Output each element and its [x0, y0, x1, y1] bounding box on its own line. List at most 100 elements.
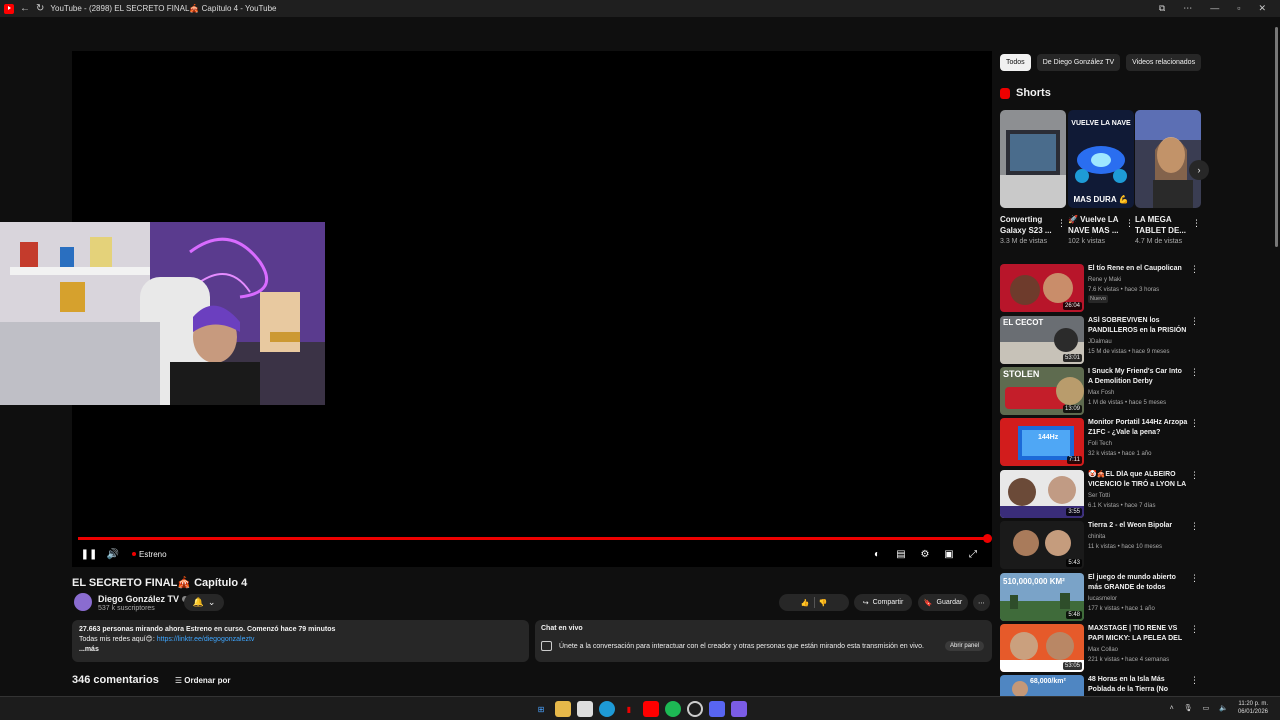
rec-title[interactable]: 48 Horas en la Isla Más Poblada de la Ti…: [1088, 675, 1188, 696]
reload-icon[interactable]: ↻: [36, 3, 44, 14]
rec-video[interactable]: 68,000/km² 48 Horas en la Isla Más Pobla…: [1000, 675, 1202, 696]
chip-channel[interactable]: De Diego González TV: [1036, 54, 1121, 71]
notifications-button[interactable]: 🔔 ⌄: [184, 594, 224, 611]
rec-video[interactable]: 3:55 🤡🎪EL DÍA que ALBEIRO VICENCIO le TI…: [1000, 470, 1202, 518]
speaker-icon[interactable]: 🔈: [1219, 704, 1228, 712]
rec-title[interactable]: I Snuck My Friend's Car Into A Demolitio…: [1088, 367, 1188, 387]
miniplayer-icon[interactable]: ▣: [940, 545, 958, 563]
rec-thumbnail[interactable]: 26:04: [1000, 264, 1084, 312]
rec-thumbnail[interactable]: STOLEN 13:09: [1000, 367, 1084, 415]
rec-title[interactable]: Monitor Portatil 144Hz Arzopa Z1FC - ¿Va…: [1088, 418, 1188, 438]
rec-channel[interactable]: JDalmau: [1088, 339, 1112, 345]
chevron-up-icon[interactable]: ˄: [1170, 705, 1174, 712]
more-vert-icon[interactable]: ⋮: [1190, 418, 1199, 429]
more-vert-icon[interactable]: ⋮: [1190, 521, 1199, 532]
minimize-icon[interactable]: —: [1210, 3, 1219, 14]
youtube-taskbar-icon[interactable]: [643, 701, 659, 717]
description-box[interactable]: 27.663 personas mirando ahora Estreno en…: [72, 620, 529, 662]
chrome-icon[interactable]: [687, 701, 703, 717]
rec-thumbnail[interactable]: 510,000,000 KM² 5:48: [1000, 573, 1084, 621]
rec-video[interactable]: 510,000,000 KM² 5:48 El juego de mundo a…: [1000, 573, 1202, 621]
share-button[interactable]: ↪ Compartir: [854, 594, 912, 611]
back-icon[interactable]: ←: [20, 3, 30, 14]
rec-title[interactable]: 🤡🎪EL DÍA que ALBEIRO VICENCIO le TIRÓ a …: [1088, 470, 1188, 491]
rec-video[interactable]: EL CECOT 53:01 ASÍ SOBREVIVEN los PANDIL…: [1000, 316, 1202, 364]
rec-title[interactable]: MAXSTAGE | TÍO RENE VS PAPI MICKY: LA PE…: [1088, 624, 1188, 645]
file-explorer-icon[interactable]: [555, 701, 571, 717]
short-thumbnail[interactable]: [1135, 110, 1201, 208]
subtitles-icon[interactable]: ▤: [892, 545, 910, 563]
rec-title[interactable]: El juego de mundo abierto más GRANDE de …: [1088, 573, 1188, 593]
app-grid-icon[interactable]: [731, 701, 747, 717]
chevron-right-icon[interactable]: ›: [1189, 160, 1209, 180]
description-link[interactable]: https://linktr.ee/diegogonzaleztv: [157, 636, 255, 643]
sort-button[interactable]: ☰ Ordenar por: [175, 676, 231, 685]
rec-channel[interactable]: Foli Tech: [1088, 441, 1112, 447]
chip-related[interactable]: Videos relacionados: [1126, 54, 1202, 71]
description-more[interactable]: ...más: [79, 645, 522, 655]
calendar-icon[interactable]: [577, 701, 593, 717]
fullscreen-icon[interactable]: ⤢: [964, 545, 982, 563]
rec-channel[interactable]: Max Collao: [1088, 647, 1118, 653]
rec-channel[interactable]: lucasmelor: [1088, 596, 1117, 602]
dislike-icon[interactable]: 👎: [819, 599, 828, 607]
rec-thumbnail[interactable]: 3:55: [1000, 470, 1084, 518]
rec-channel[interactable]: Rene y Maki: [1088, 277, 1121, 283]
rec-thumbnail[interactable]: 144Hz 7:11: [1000, 418, 1084, 466]
like-icon[interactable]: 👍: [801, 599, 810, 607]
more-actions-button[interactable]: ⋯: [973, 594, 990, 611]
autoplay-toggle-icon[interactable]: ◐: [868, 545, 886, 563]
more-vert-icon[interactable]: ⋮: [1190, 316, 1199, 327]
netflix-icon[interactable]: ▮: [621, 701, 637, 717]
spotify-icon[interactable]: [665, 701, 681, 717]
more-vert-icon[interactable]: ⋮: [1190, 675, 1199, 686]
short-title[interactable]: LA MEGA TABLET DE...: [1135, 214, 1191, 236]
short-item[interactable]: LA MEGA TABLET DE... 4.7 M de vistas ⋮: [1135, 110, 1201, 245]
network-icon[interactable]: ▭: [1203, 704, 1210, 712]
settings-icon[interactable]: ⚙: [916, 545, 934, 563]
short-title[interactable]: 🚀 Vuelve LA NAVE MAS ...: [1068, 214, 1124, 236]
rec-video[interactable]: 53:05 MAXSTAGE | TÍO RENE VS PAPI MICKY:…: [1000, 624, 1202, 672]
rec-channel[interactable]: chinita: [1088, 534, 1105, 540]
mic-icon[interactable]: 🎙: [1184, 704, 1193, 712]
open-panel-button[interactable]: Abrir panel: [944, 641, 984, 651]
rec-video[interactable]: 5:43 Tierra 2 - el Weon Bipolar chinita …: [1000, 521, 1202, 569]
edge-icon[interactable]: [599, 701, 615, 717]
rec-channel[interactable]: Ser Totti: [1088, 493, 1110, 499]
rec-video[interactable]: 144Hz 7:11 Monitor Portatil 144Hz Arzopa…: [1000, 418, 1202, 466]
short-item[interactable]: VUELVE LA NAVE MAS DURA 💪 🚀 Vuelve LA NA…: [1068, 110, 1134, 245]
more-vert-icon[interactable]: ⋮: [1125, 218, 1134, 229]
channel-avatar[interactable]: [74, 593, 92, 611]
progress-scrubber[interactable]: [983, 534, 992, 543]
restore-icon[interactable]: ▫: [1237, 3, 1240, 14]
save-button[interactable]: 🔖 Guardar: [918, 594, 968, 611]
rec-title[interactable]: ASÍ SOBREVIVEN los PANDILLEROS en la PRI…: [1088, 316, 1188, 337]
live-label[interactable]: Estreno: [139, 550, 167, 559]
clock[interactable]: 11:20 p. m. 06/01/2026: [1238, 700, 1268, 716]
windows-start-icon[interactable]: ⊞: [533, 701, 549, 717]
chip-todos[interactable]: Todos: [1000, 54, 1031, 71]
scrollbar[interactable]: [1273, 17, 1280, 696]
progress-bar[interactable]: [78, 537, 988, 540]
discord-icon[interactable]: [709, 701, 725, 717]
rec-video[interactable]: STOLEN 13:09 I Snuck My Friend's Car Int…: [1000, 367, 1202, 415]
rec-video[interactable]: 26:04 El tío Rene en el Caupolican Rene …: [1000, 264, 1202, 312]
more-vert-icon[interactable]: ⋮: [1190, 470, 1199, 481]
more-vert-icon[interactable]: ⋮: [1057, 218, 1066, 229]
rec-title[interactable]: Tierra 2 - el Weon Bipolar: [1088, 521, 1188, 531]
channel-name[interactable]: Diego González TV: [98, 594, 179, 604]
volume-icon[interactable]: 🔊: [104, 545, 122, 563]
close-icon[interactable]: ✕: [1258, 3, 1266, 14]
more-vert-icon[interactable]: ⋮: [1190, 264, 1199, 275]
rec-thumbnail[interactable]: 5:43: [1000, 521, 1084, 569]
share-window-icon[interactable]: ⧉: [1159, 3, 1165, 14]
short-title[interactable]: Converting Galaxy S23 ...: [1000, 214, 1056, 236]
rec-title[interactable]: El tío Rene en el Caupolican: [1088, 264, 1188, 274]
short-item[interactable]: Converting Galaxy S23 ... 3.3 M de vista…: [1000, 110, 1066, 245]
more-vert-icon[interactable]: ⋮: [1190, 573, 1199, 584]
channel-name-wrap[interactable]: Diego González TV: [98, 594, 189, 604]
short-thumbnail[interactable]: VUELVE LA NAVE MAS DURA 💪: [1068, 110, 1134, 208]
more-vert-icon[interactable]: ⋮: [1190, 624, 1199, 635]
scrollbar-thumb[interactable]: [1275, 27, 1278, 247]
rec-channel[interactable]: Max Fosh: [1088, 390, 1114, 396]
